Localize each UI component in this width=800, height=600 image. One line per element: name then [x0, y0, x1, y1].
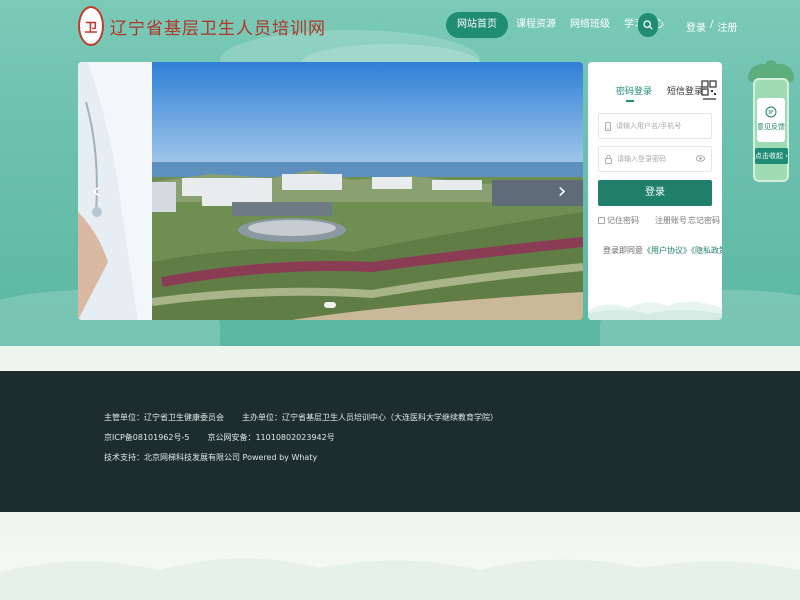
campus-photo-slide	[151, 62, 583, 320]
eye-icon[interactable]	[696, 155, 705, 162]
footer-police[interactable]: 京公网安备：11010802023942号	[207, 432, 334, 443]
footer-line: 京ICP备08101962号-5 京公网安备：11010802023942号	[104, 427, 498, 447]
logo-seal-icon: 卫	[78, 6, 104, 46]
carousel-dot[interactable]	[324, 302, 336, 308]
privacy-policy-link[interactable]: 《隐私政策》	[691, 246, 722, 255]
password-field[interactable]	[598, 146, 712, 172]
chat-bubble-icon	[765, 106, 777, 118]
qrcode-icon[interactable]	[701, 80, 718, 102]
register-link[interactable]: 注册	[717, 19, 737, 34]
agree-prefix: 登录即同意	[603, 246, 643, 255]
site-footer: 主管单位：辽宁省卫生健康委员会 主办单位：辽宁省基层卫生人员培训中心（大连医科大…	[0, 371, 800, 512]
lock-icon	[605, 154, 612, 164]
feedback-float: 意见反馈 点击收起 ›	[748, 60, 794, 186]
carousel-next-arrow[interactable]: ›	[552, 180, 572, 204]
login-submit-button[interactable]: 登录	[598, 180, 712, 206]
campus-photo	[151, 62, 583, 320]
footer-icp[interactable]: 京ICP备08101962号-5	[104, 432, 189, 443]
nav-item-home[interactable]: 网站首页	[446, 12, 508, 38]
auth-separator: /	[710, 19, 714, 30]
main-nav: 网站首页 课程资源 网络班级 学习中心	[446, 12, 670, 38]
footer-organizer: 主办单位：辽宁省基层卫生人员培训中心（大连医科大学继续教育学院）	[242, 412, 498, 422]
feedback-label: 意见反馈	[757, 123, 785, 131]
remember-password[interactable]: 记住密码	[598, 215, 639, 226]
site-logo[interactable]: 卫 辽宁省基层卫生人员培训网	[78, 6, 326, 46]
search-button[interactable]	[638, 13, 658, 37]
register-account-link[interactable]: 注册账号	[655, 215, 687, 226]
username-field[interactable]	[598, 113, 712, 139]
username-input[interactable]	[616, 122, 704, 130]
search-icon	[643, 20, 653, 30]
footer-info: 主管单位：辽宁省卫生健康委员会 主办单位：辽宁省基层卫生人员培训中心（大连医科大…	[104, 407, 498, 467]
footer-sponsor: 主管单位：辽宁省卫生健康委员会	[104, 412, 224, 422]
mountain-decoration	[588, 301, 722, 320]
login-panel: 密码登录 短信登录 登录 记住密码 注册账号	[588, 62, 722, 320]
remember-label: 记住密码	[607, 216, 639, 225]
mountain-decoration	[0, 558, 800, 600]
login-link[interactable]: 登录	[686, 19, 706, 34]
page-bottom-background	[0, 512, 800, 600]
tab-password-login[interactable]: 密码登录	[616, 84, 652, 97]
feedback-button[interactable]: 意见反馈	[757, 98, 785, 142]
user-agreement-link[interactable]: 《用户协议》	[643, 246, 691, 255]
footer-line: 主管单位：辽宁省卫生健康委员会 主办单位：辽宁省基层卫生人员培训中心（大连医科大…	[104, 407, 498, 427]
tab-sms-login[interactable]: 短信登录	[667, 84, 703, 97]
collapse-button[interactable]: 点击收起 ›	[755, 148, 788, 164]
carousel-dots	[324, 302, 336, 308]
nav-item-classes[interactable]: 网络班级	[564, 12, 616, 38]
forgot-password-link[interactable]: 忘记密码	[688, 215, 720, 226]
footer-line: 技术支持：北京网梯科技发展有限公司 Powered by Whaty	[104, 447, 498, 467]
auth-links: 登录 / 注册	[686, 19, 737, 34]
footer-tech-support: 技术支持：北京网梯科技发展有限公司 Powered by Whaty	[104, 452, 318, 462]
banner-carousel[interactable]: ‹ ›	[78, 62, 583, 320]
nav-item-courses[interactable]: 课程资源	[510, 12, 562, 38]
password-input[interactable]	[617, 155, 705, 163]
active-tab-indicator	[626, 100, 634, 102]
carousel-prev-arrow[interactable]: ‹	[86, 180, 106, 204]
hero-bottom-band	[0, 346, 800, 370]
remember-checkbox[interactable]	[598, 217, 605, 224]
agreement-text: 登录即同意《用户协议》《隐私政策》	[603, 245, 722, 256]
logo-text: 辽宁省基层卫生人员培训网	[110, 18, 326, 39]
phone-icon	[605, 121, 611, 131]
